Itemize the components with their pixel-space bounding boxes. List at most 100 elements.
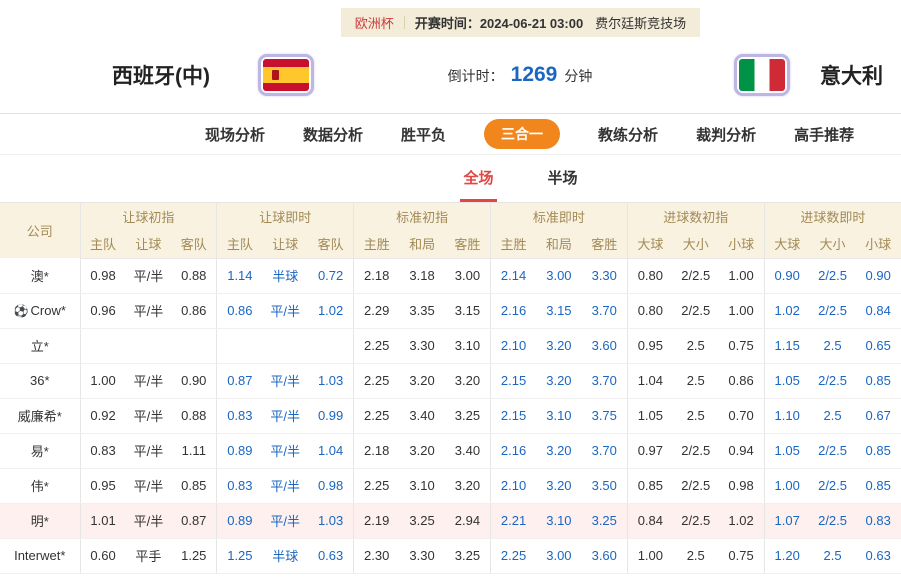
odds-cell: 3.20	[536, 468, 582, 503]
odds-cell: 0.97	[627, 433, 673, 468]
odds-cell: 3.25	[445, 538, 491, 573]
italy-flag-icon	[734, 54, 790, 96]
home-team-name: 西班牙(中)	[112, 60, 210, 90]
subcolumn-header: 客胜	[582, 230, 628, 258]
odds-cell: 2.29	[354, 293, 400, 328]
odds-cell: 0.96	[80, 293, 126, 328]
odds-cell: 平/半	[126, 258, 172, 293]
countdown: 倒计时： 1269 分钟	[448, 63, 593, 87]
company-cell[interactable]: Interwet*	[0, 538, 80, 573]
odds-cell: 2/2.5	[673, 503, 719, 538]
odds-cell: 2/2.5	[810, 468, 856, 503]
odds-cell: 2/2.5	[673, 293, 719, 328]
odds-cell: 2/2.5	[673, 468, 719, 503]
company-cell[interactable]: 立*	[0, 328, 80, 363]
odds-cell: 0.63	[855, 538, 901, 573]
odds-cell: 3.00	[536, 258, 582, 293]
odds-cell: 2/2.5	[810, 503, 856, 538]
away-team-name: 意大利	[820, 60, 883, 90]
odds-cell: 2.10	[490, 468, 536, 503]
odds-cell: 2.5	[673, 328, 719, 363]
nav-tab-1[interactable]: 现场分析	[205, 124, 265, 145]
scope-tab-2[interactable]: 半场	[545, 155, 581, 202]
odds-cell: 平/半	[126, 293, 172, 328]
odds-cell: 平/半	[262, 503, 308, 538]
company-cell[interactable]: ⚽Crow*	[0, 293, 80, 328]
match-info-bar: 欧洲杯 开赛时间：2024-06-21 03:00 费尔廷斯竞技场	[0, 0, 901, 37]
odds-cell: 2.15	[490, 363, 536, 398]
odds-cell: 3.20	[399, 433, 445, 468]
nav-tab-4[interactable]: 三合一	[484, 119, 560, 149]
odds-cell: 1.04	[308, 433, 354, 468]
odds-cell: 0.90	[764, 258, 810, 293]
odds-cell: 3.20	[445, 468, 491, 503]
odds-cell	[80, 328, 126, 363]
company-cell[interactable]: 伟*	[0, 468, 80, 503]
odds-cell: 2.10	[490, 328, 536, 363]
odds-cell: 3.70	[582, 293, 628, 328]
odds-cell: 1.00	[764, 468, 810, 503]
odds-cell: 3.25	[582, 503, 628, 538]
spain-flag	[263, 59, 309, 91]
odds-row: 明*1.01平/半0.870.89平/半1.032.193.252.942.21…	[0, 503, 901, 538]
spain-flag-icon	[258, 54, 314, 96]
odds-cell: 3.60	[582, 538, 628, 573]
odds-cell: 1.07	[764, 503, 810, 538]
nav-tab-7[interactable]: 高手推荐	[794, 124, 854, 145]
company-name: 易*	[31, 444, 49, 459]
odds-cell: 1.01	[80, 503, 126, 538]
group-header: 标准即时	[490, 203, 627, 230]
subcolumn-header: 大小	[673, 230, 719, 258]
odds-cell: 2.21	[490, 503, 536, 538]
odds-cell: 1.02	[764, 293, 810, 328]
match-header: 西班牙(中) 倒计时： 1269 分钟 意大利	[0, 37, 901, 113]
odds-cell: 0.60	[80, 538, 126, 573]
company-cell[interactable]: 易*	[0, 433, 80, 468]
odds-cell: 1.00	[80, 363, 126, 398]
odds-cell: 0.85	[855, 433, 901, 468]
nav-tab-5[interactable]: 教练分析	[598, 124, 658, 145]
odds-cell: 平/半	[126, 433, 172, 468]
odds-row: 36*1.00平/半0.900.87平/半1.032.253.203.202.1…	[0, 363, 901, 398]
company-name: Crow*	[31, 303, 66, 318]
odds-cell: 1.03	[308, 363, 354, 398]
odds-cell: 0.85	[855, 363, 901, 398]
odds-cell: 3.25	[399, 503, 445, 538]
company-cell[interactable]: 36*	[0, 363, 80, 398]
odds-cell: 2.15	[490, 398, 536, 433]
company-cell[interactable]: 明*	[0, 503, 80, 538]
company-cell[interactable]: 澳*	[0, 258, 80, 293]
odds-cell: 2/2.5	[810, 363, 856, 398]
odds-cell: 1.10	[764, 398, 810, 433]
nav-tab-2[interactable]: 数据分析	[303, 124, 363, 145]
odds-cell: 1.04	[627, 363, 673, 398]
company-name: 伟*	[31, 479, 49, 494]
odds-cell: 0.83	[855, 503, 901, 538]
odds-cell: 2.25	[354, 468, 400, 503]
company-cell[interactable]: 威廉希*	[0, 398, 80, 433]
odds-cell: 3.50	[582, 468, 628, 503]
nav-tab-6[interactable]: 裁判分析	[696, 124, 756, 145]
odds-cell: 0.65	[855, 328, 901, 363]
odds-cell: 0.86	[719, 363, 765, 398]
odds-cell: 3.60	[582, 328, 628, 363]
group-header: 标准初指	[354, 203, 491, 230]
odds-cell: 0.94	[719, 433, 765, 468]
odds-cell: 0.86	[217, 293, 263, 328]
odds-row: 威廉希*0.92平/半0.880.83平/半0.992.253.403.252.…	[0, 398, 901, 433]
odds-cell: 0.90	[171, 363, 217, 398]
odds-cell: 2.25	[354, 328, 400, 363]
odds-cell: 1.05	[764, 433, 810, 468]
scope-tabs: 全场 半场	[0, 155, 901, 203]
odds-cell: 2.19	[354, 503, 400, 538]
odds-cell: 0.87	[171, 503, 217, 538]
odds-cell: 0.99	[308, 398, 354, 433]
odds-cell: 3.30	[399, 538, 445, 573]
venue-name: 费尔廷斯竞技场	[595, 13, 686, 32]
scope-tab-1[interactable]: 全场	[460, 155, 496, 202]
nav-tab-3[interactable]: 胜平负	[401, 124, 446, 145]
company-name: 澳*	[31, 269, 49, 284]
odds-cell: 0.98	[308, 468, 354, 503]
odds-row: 易*0.83平/半1.110.89平/半1.042.183.203.402.16…	[0, 433, 901, 468]
odds-cell: 平/半	[126, 503, 172, 538]
